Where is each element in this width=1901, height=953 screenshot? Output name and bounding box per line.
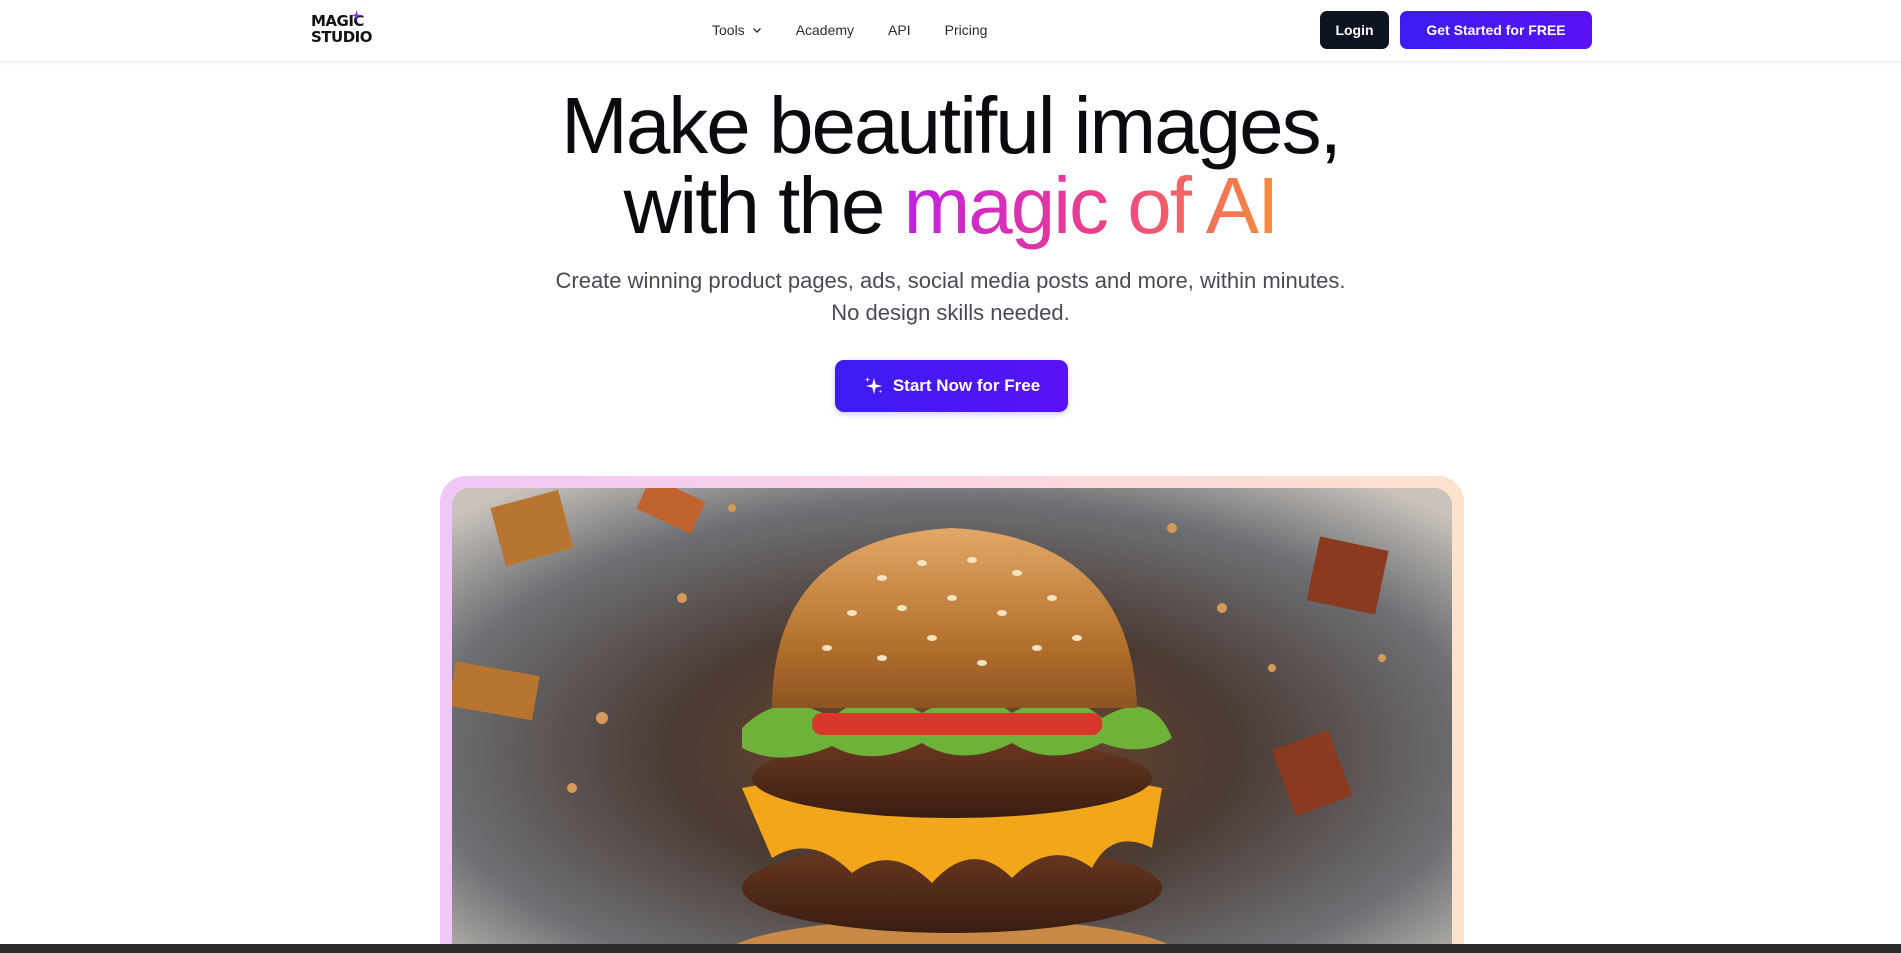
magic-studio-logo[interactable]: MAGIC STUDIO — [311, 10, 373, 49]
hero-subtitle-line-2: No design skills needed. — [831, 300, 1070, 325]
login-button[interactable]: Login — [1320, 11, 1389, 49]
nav-api[interactable]: API — [888, 22, 911, 38]
hero-title-line-2: with the magic of AI — [0, 166, 1901, 246]
chevron-down-icon — [752, 28, 761, 33]
burger-illustration — [452, 488, 1452, 953]
bottom-bar — [0, 944, 1901, 953]
logo-sparkle-icon — [351, 10, 362, 21]
hero-subtitle: Create winning product pages, ads, socia… — [0, 265, 1901, 329]
sparkle-icon — [864, 376, 883, 395]
main-nav: Tools Academy API Pricing — [712, 20, 987, 40]
start-now-button[interactable]: Start Now for Free — [835, 360, 1068, 412]
logo-line-2: STUDIO — [311, 28, 373, 46]
hero-image-frame — [440, 476, 1464, 953]
start-now-label: Start Now for Free — [892, 376, 1041, 395]
top-navbar: MAGIC STUDIO Tools Academy API Pricing L… — [0, 0, 1901, 61]
nav-academy[interactable]: Academy — [796, 22, 854, 38]
hero-title-plain: with the — [623, 161, 904, 250]
nav-tools-label: Tools — [712, 22, 745, 38]
hero-title-gradient: magic of AI — [903, 161, 1280, 250]
hero-title-line-1: Make beautiful images, — [561, 81, 1342, 170]
hero-subtitle-line-1: Create winning product pages, ads, socia… — [555, 268, 1346, 293]
nav-pricing[interactable]: Pricing — [945, 22, 988, 38]
logo-line-1: MAGIC — [311, 12, 364, 30]
hero-title: Make beautiful images, with the magic of… — [0, 86, 1901, 246]
nav-tools[interactable]: Tools — [712, 22, 762, 38]
get-started-button[interactable]: Get Started for FREE — [1400, 11, 1592, 49]
burger-image — [452, 488, 1452, 953]
